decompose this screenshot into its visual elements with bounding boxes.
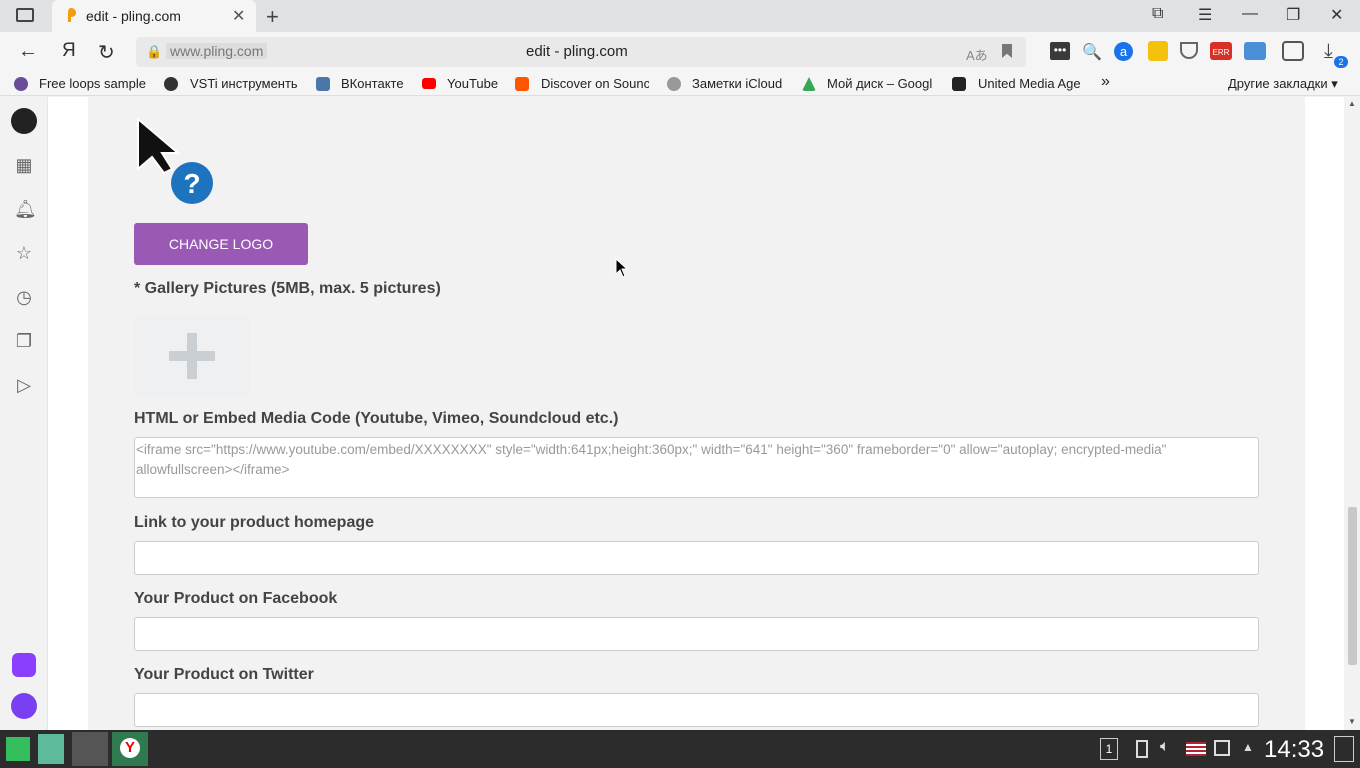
tab-bar: edit - pling.com ✕ + ⧉ ☰ — ❐ ✕ <box>0 0 1360 32</box>
downloads-icon[interactable]: ⤓ <box>1324 40 1333 63</box>
extension-err-icon[interactable]: ERR <box>1210 42 1232 60</box>
facebook-label: Your Product on Facebook <box>134 590 338 607</box>
homepage-input[interactable] <box>134 541 1259 575</box>
tray-expand-icon[interactable]: ▲ <box>1242 740 1254 754</box>
avatar[interactable] <box>11 108 37 134</box>
scrollbar-thumb[interactable] <box>1348 507 1357 665</box>
close-window-button[interactable]: ✕ <box>1330 5 1343 25</box>
bookmark-favicon <box>164 77 178 91</box>
star-icon[interactable]: ☆ <box>14 243 34 263</box>
other-bookmarks[interactable]: Другие закладки ▾ <box>1228 76 1338 92</box>
yandex-icon[interactable]: Я <box>62 40 76 62</box>
bookmarks-bar: Free loops sample VSTi инструменты ВКонт… <box>0 72 1360 96</box>
desktop-preview-icon[interactable] <box>38 734 64 764</box>
menu-icon[interactable]: ☰ <box>1198 5 1212 25</box>
volume-icon[interactable]: 🔈︎ <box>1160 738 1170 756</box>
more-bookmarks-icon[interactable]: » <box>1101 73 1110 91</box>
mouse-cursor-icon <box>615 258 629 278</box>
logo-preview: ? <box>137 116 213 204</box>
network-icon[interactable] <box>1214 740 1230 756</box>
plus-icon-vertical <box>187 333 197 379</box>
downloads-badge: 2 <box>1334 56 1348 68</box>
facebook-input[interactable] <box>134 617 1259 651</box>
page-content: ? CHANGE LOGO * Gallery Pictures (5MB, m… <box>48 97 1344 730</box>
tab-title: edit - pling.com <box>86 8 181 24</box>
youtube-icon <box>422 78 436 89</box>
bookmark-favicon <box>316 77 330 91</box>
bookmark-item[interactable]: Free loops sample <box>39 76 147 91</box>
lock-icon[interactable]: 🔒 <box>146 44 162 60</box>
manjaro-menu-icon[interactable] <box>6 737 30 761</box>
minimize-button[interactable]: — <box>1242 5 1258 23</box>
extension-a-icon[interactable]: a <box>1114 42 1133 61</box>
add-gallery-picture-button[interactable] <box>134 315 250 397</box>
tab-active[interactable]: edit - pling.com ✕ <box>52 0 256 32</box>
new-tab-button[interactable]: + <box>266 4 279 30</box>
keyboard-layout-flag-icon[interactable] <box>1186 742 1206 756</box>
browser-sidebar: ▦ 🔔︎ ☆ ◷ ❐ ▷ <box>0 97 48 730</box>
clock[interactable]: 14:33 <box>1264 736 1324 764</box>
twitter-label: Your Product on Twitter <box>134 666 314 683</box>
taskbar: Y 1 🔈︎ ▲ 14:33 <box>0 730 1360 768</box>
extension-search-icon[interactable]: 🔍 <box>1082 42 1102 62</box>
homepage-label: Link to your product homepage <box>134 514 375 531</box>
file-manager-task[interactable] <box>72 732 108 766</box>
scroll-down-icon[interactable]: ▼ <box>1348 717 1356 726</box>
history-icon[interactable]: ◷ <box>14 287 34 307</box>
page-title: edit - pling.com <box>526 43 628 60</box>
alice-assistant-icon[interactable] <box>11 693 37 719</box>
twitter-input[interactable] <box>134 693 1259 727</box>
soundcloud-icon <box>515 77 529 91</box>
extension-dots-icon[interactable]: ••• <box>1050 42 1070 60</box>
bookmark-item[interactable]: Заметки iCloud <box>692 76 782 91</box>
collections-icon[interactable]: ❐ <box>14 331 34 351</box>
google-drive-icon <box>802 77 816 91</box>
messenger-icon[interactable] <box>12 653 36 677</box>
play-icon[interactable]: ▷ <box>14 375 34 395</box>
sidebar-toggle-icon[interactable] <box>16 8 34 22</box>
svg-text:?: ? <box>183 168 200 199</box>
scroll-up-icon[interactable]: ▲ <box>1348 99 1356 108</box>
show-desktop-button[interactable] <box>1334 736 1354 762</box>
restore-button[interactable]: ❐ <box>1286 5 1300 25</box>
extension-notify-icon[interactable] <box>1148 41 1168 61</box>
navigation-bar: ← Я ↻ 🔒 www.pling.com edit - pling.com A… <box>0 32 1360 72</box>
gallery-label: * Gallery Pictures (5MB, max. 5 pictures… <box>134 280 441 297</box>
pling-favicon-icon <box>68 8 76 22</box>
tab-close-icon[interactable]: ✕ <box>232 6 245 26</box>
translate-icon[interactable]: Aあ <box>966 45 988 64</box>
back-icon[interactable]: ← <box>18 40 38 63</box>
pocket-icon[interactable] <box>1180 42 1198 59</box>
bookmark-favicon <box>14 77 28 91</box>
bookmark-item[interactable]: Discover on Sounc <box>541 76 649 91</box>
bookmark-item[interactable]: United Media Age <box>978 76 1086 91</box>
bookmark-item[interactable]: Мой диск – Googl <box>827 76 933 91</box>
url-host: www.pling.com <box>166 43 268 59</box>
bookmark-item[interactable]: VSTi инструменты <box>190 76 298 91</box>
bell-icon[interactable]: 🔔︎ <box>14 199 37 219</box>
change-logo-button[interactable]: CHANGE LOGO <box>134 223 308 265</box>
apps-grid-icon[interactable]: ▦ <box>14 155 34 175</box>
yandex-browser-icon: Y <box>120 738 140 758</box>
reload-icon[interactable]: ↻ <box>98 40 115 65</box>
extension-m-icon[interactable] <box>1244 42 1266 60</box>
workspace-indicator[interactable]: 1 <box>1100 738 1118 760</box>
bookmark-item[interactable]: ВКонтакте <box>341 76 404 91</box>
page-scrollbar[interactable]: ▲ ▼ <box>1344 97 1360 730</box>
bookmark-favicon <box>952 77 966 91</box>
embed-code-textarea[interactable]: <iframe src="https://www.youtube.com/emb… <box>134 437 1259 498</box>
bookmark-manager-icon[interactable]: ⧉ <box>1152 5 1163 23</box>
apple-icon <box>667 77 681 91</box>
messages-icon[interactable] <box>1282 41 1304 61</box>
bookmark-item[interactable]: YouTube <box>447 76 498 91</box>
embed-label: HTML or Embed Media Code (Youtube, Vimeo… <box>134 410 619 427</box>
clipboard-icon[interactable] <box>1136 740 1148 758</box>
